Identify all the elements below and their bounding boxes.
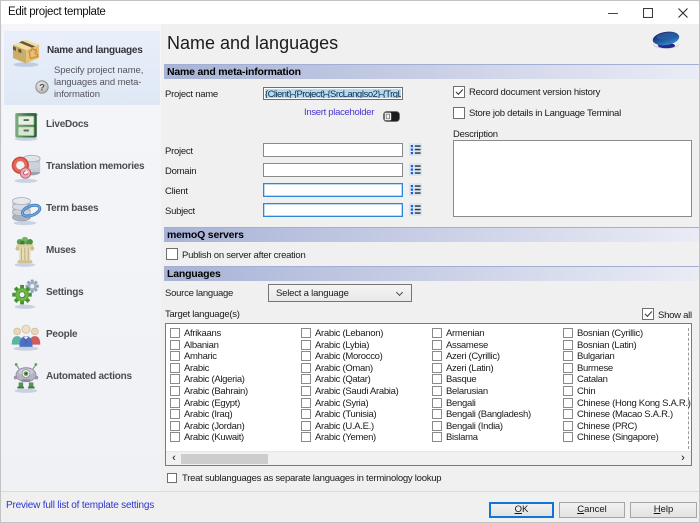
- cancel-button[interactable]: Cancel: [559, 502, 625, 518]
- button-label: Cancel: [560, 503, 624, 517]
- edit-project-template-dialog: Edit project template Name and languages: [0, 0, 700, 523]
- footer-divider: [1, 491, 700, 492]
- footer: Preview full list of template settings O…: [1, 1, 699, 522]
- button-label: Help: [631, 503, 696, 517]
- ok-button[interactable]: OK: [489, 502, 554, 518]
- button-label: OK: [491, 504, 552, 516]
- help-button[interactable]: Help: [630, 502, 697, 518]
- preview-template-settings-link[interactable]: Preview full list of template settings: [6, 500, 154, 511]
